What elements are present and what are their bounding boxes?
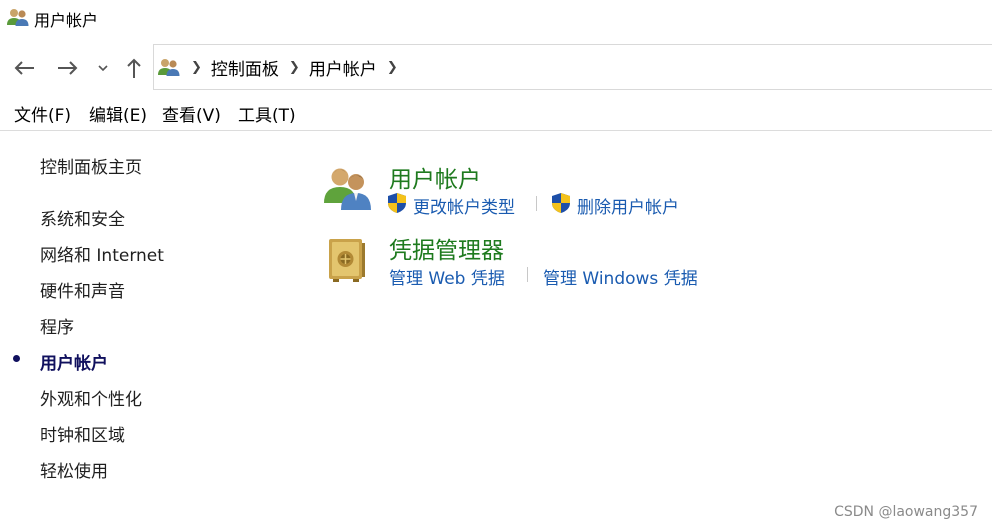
forward-button[interactable] <box>52 44 84 92</box>
uac-shield-icon <box>388 193 406 213</box>
title-bar: 用户帐户 <box>0 0 992 34</box>
sidebar-item-user-accounts[interactable]: 用户帐户 <box>40 349 108 374</box>
sidebar-item-network-internet[interactable]: 网络和 Internet <box>40 241 164 266</box>
window-title: 用户帐户 <box>34 11 99 30</box>
address-bar[interactable]: ❯ 控制面板 ❯ 用户帐户 ❯ <box>153 44 992 90</box>
sidebar-item-ease-of-access[interactable]: 轻松使用 <box>40 457 108 482</box>
menu-file[interactable]: 文件(F) <box>14 101 71 126</box>
section-title-credential-manager[interactable]: 凭据管理器 <box>389 231 504 265</box>
sidebar-item-hardware-sound[interactable]: 硬件和声音 <box>40 277 125 302</box>
sidebar-item-clock-region[interactable]: 时钟和区域 <box>40 421 125 446</box>
sidebar-home-link[interactable]: 控制面板主页 <box>40 153 142 178</box>
watermark: CSDN @laowang357 <box>834 504 978 520</box>
navigation-bar: ❯ 控制面板 ❯ 用户帐户 ❯ <box>0 44 992 92</box>
back-button[interactable] <box>8 44 40 92</box>
up-button[interactable] <box>120 44 148 92</box>
menu-edit[interactable]: 编辑(E) <box>89 101 147 126</box>
recent-locations-button[interactable] <box>94 44 112 92</box>
vault-icon[interactable] <box>327 237 367 283</box>
sidebar-item-appearance[interactable]: 外观和个性化 <box>40 385 142 410</box>
link-separator <box>536 196 537 211</box>
chevron-right-icon[interactable]: ❯ <box>191 60 202 75</box>
users-icon <box>158 59 180 76</box>
section-title-user-accounts[interactable]: 用户帐户 <box>389 160 481 194</box>
menu-bar: 文件(F) 编辑(E) 查看(V) 工具(T) <box>0 96 992 131</box>
uac-shield-icon <box>552 193 570 213</box>
sidebar-item-system-security[interactable]: 系统和安全 <box>40 205 125 230</box>
arrow-left-icon <box>14 61 34 75</box>
link-separator <box>527 267 528 282</box>
chevron-down-icon <box>98 65 108 72</box>
manage-windows-credentials-link[interactable]: 管理 Windows 凭据 <box>543 264 698 289</box>
arrow-right-icon <box>58 61 78 75</box>
arrow-up-icon <box>127 58 141 78</box>
breadcrumb-control-panel[interactable]: 控制面板 <box>211 55 279 80</box>
sidebar-item-programs[interactable]: 程序 <box>40 313 74 338</box>
chevron-right-icon[interactable]: ❯ <box>387 60 398 75</box>
change-account-type-link[interactable]: 更改帐户类型 <box>413 193 515 218</box>
active-indicator-icon <box>13 355 20 362</box>
menu-tools[interactable]: 工具(T) <box>238 101 296 126</box>
manage-web-credentials-link[interactable]: 管理 Web 凭据 <box>389 264 505 289</box>
users-icon <box>7 9 29 26</box>
breadcrumb-user-accounts[interactable]: 用户帐户 <box>309 55 377 80</box>
menu-view[interactable]: 查看(V) <box>162 101 221 126</box>
chevron-right-icon[interactable]: ❯ <box>289 60 300 75</box>
users-icon[interactable] <box>323 163 373 213</box>
delete-user-account-link[interactable]: 删除用户帐户 <box>577 193 679 218</box>
